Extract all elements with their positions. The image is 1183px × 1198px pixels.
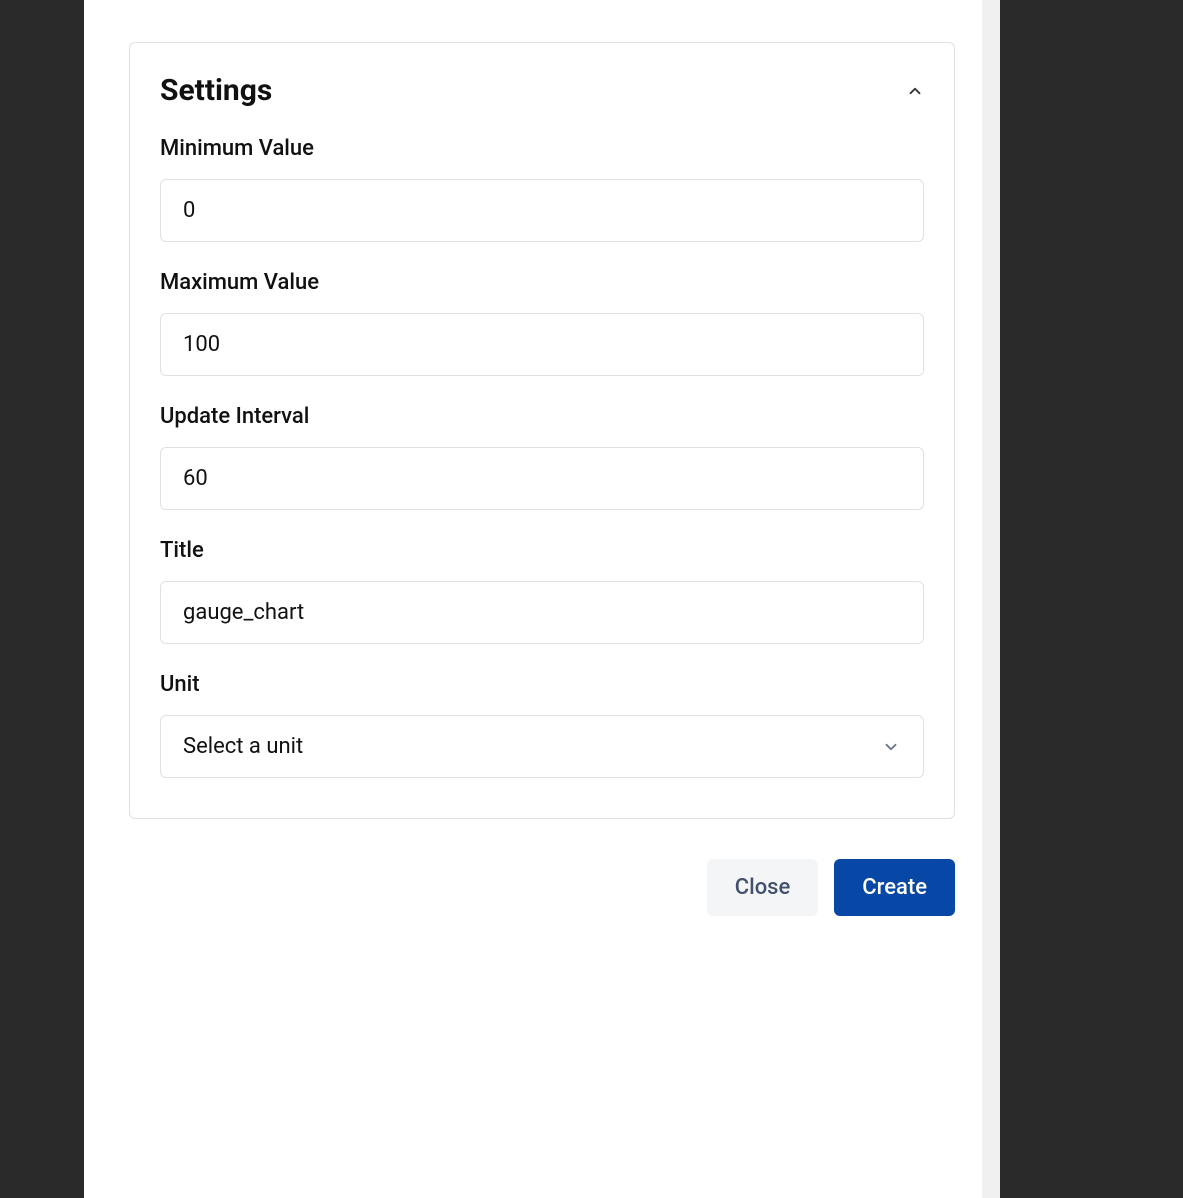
- scrollbar-track[interactable]: [982, 0, 1000, 1198]
- title-label: Title: [160, 538, 924, 563]
- maximum-value-input[interactable]: [160, 313, 924, 376]
- update-interval-input[interactable]: [160, 447, 924, 510]
- chevron-up-icon: [906, 82, 924, 100]
- settings-panel: Settings Minimum Value Maximum Value Upd…: [129, 42, 955, 819]
- update-interval-label: Update Interval: [160, 404, 924, 429]
- unit-label: Unit: [160, 672, 924, 697]
- update-interval-group: Update Interval: [160, 404, 924, 510]
- minimum-value-label: Minimum Value: [160, 136, 924, 161]
- modal-footer: Close Create: [129, 859, 955, 956]
- create-button[interactable]: Create: [834, 859, 955, 916]
- modal-container: Settings Minimum Value Maximum Value Upd…: [84, 0, 1000, 1198]
- modal-backdrop: Settings Minimum Value Maximum Value Upd…: [0, 0, 1183, 1198]
- maximum-value-group: Maximum Value: [160, 270, 924, 376]
- settings-title: Settings: [160, 73, 272, 108]
- close-button[interactable]: Close: [707, 859, 819, 916]
- maximum-value-label: Maximum Value: [160, 270, 924, 295]
- minimum-value-input[interactable]: [160, 179, 924, 242]
- minimum-value-group: Minimum Value: [160, 136, 924, 242]
- title-group: Title: [160, 538, 924, 644]
- settings-header[interactable]: Settings: [160, 73, 924, 108]
- unit-select-wrapper: Select a unit: [160, 715, 924, 778]
- unit-group: Unit Select a unit: [160, 672, 924, 778]
- title-input[interactable]: [160, 581, 924, 644]
- unit-select[interactable]: Select a unit: [160, 715, 924, 778]
